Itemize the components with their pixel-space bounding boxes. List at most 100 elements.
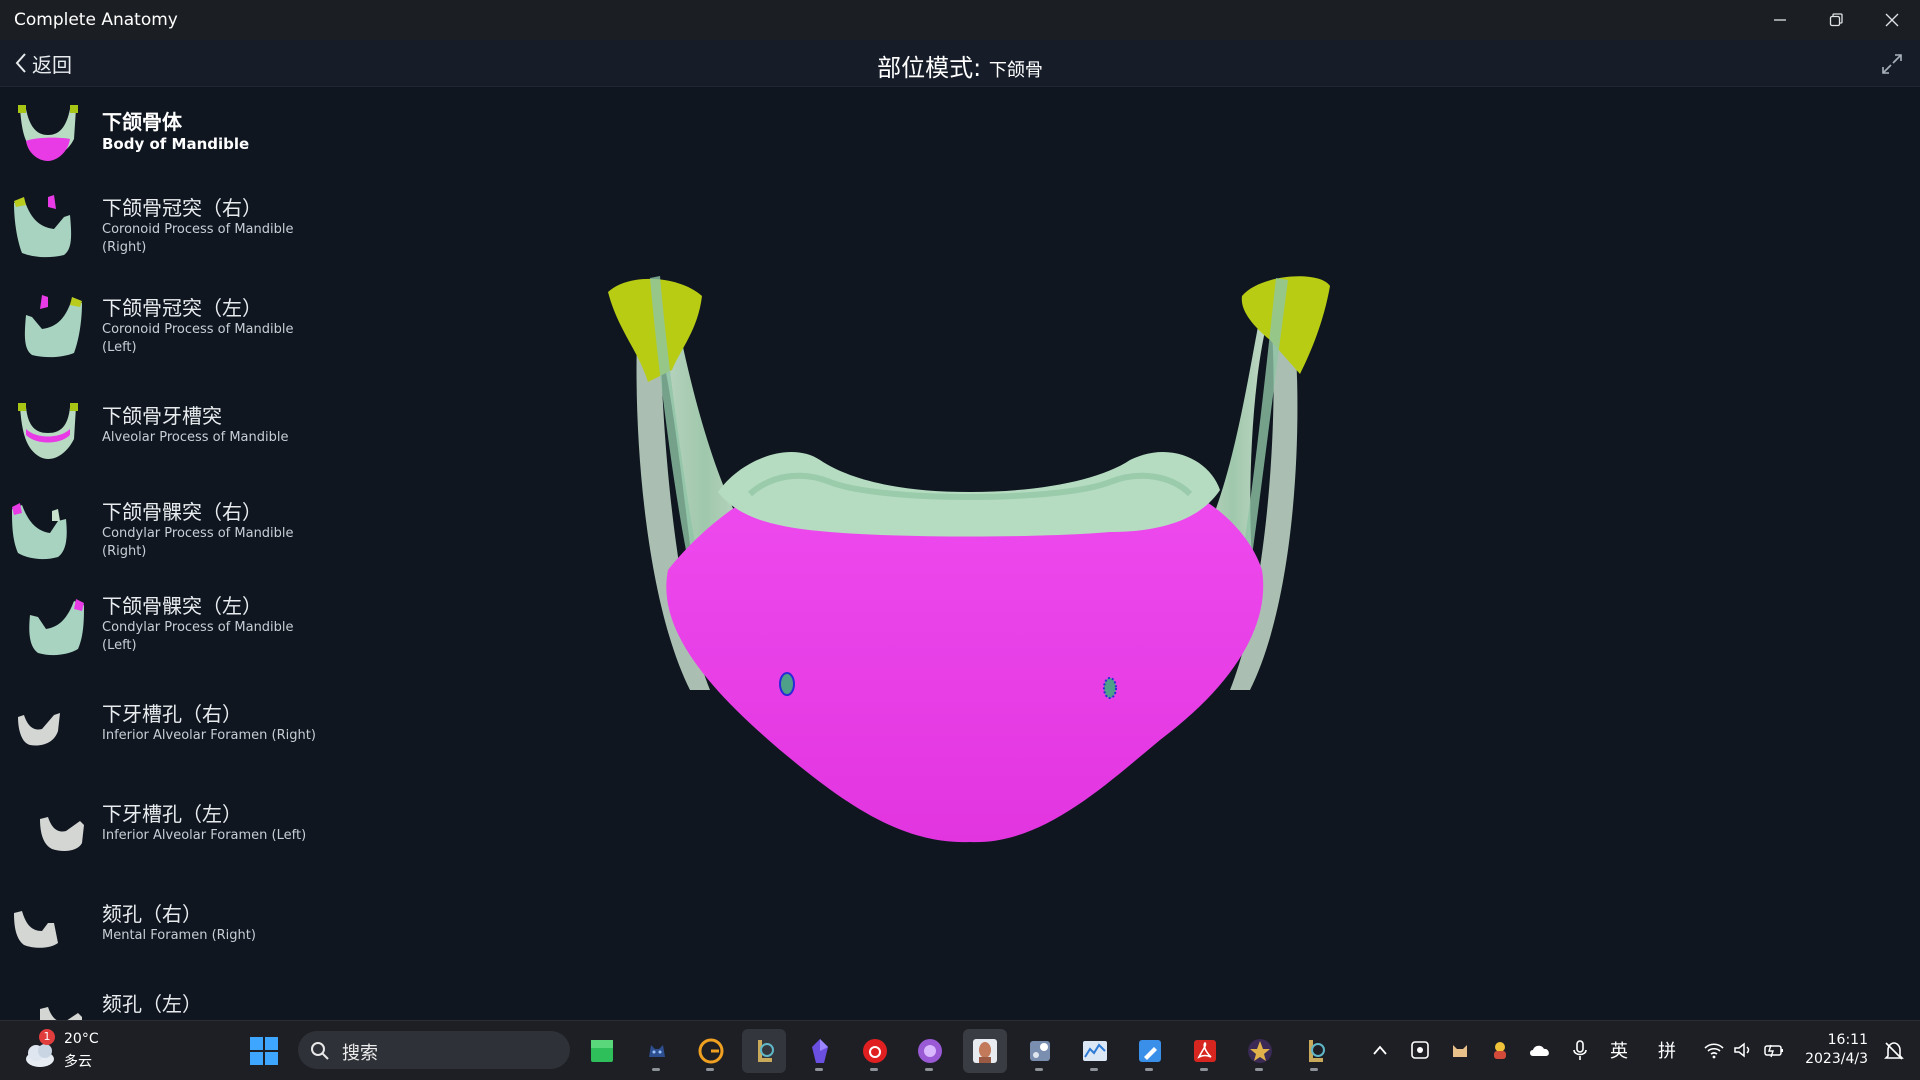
taskbar-app-league-client[interactable] [742,1029,786,1073]
app-window: Complete Anatomy 返回 部位模式: 下颌骨 下颌骨体 Body … [0,0,1920,1080]
part-name-cn: 下牙槽孔（左） [102,802,242,826]
part-name-cn: 下牙槽孔（右） [102,702,242,726]
part-name-cn: 下颌骨髁突（右） [102,500,262,524]
clock-date: 2023/4/3 [1805,1051,1868,1067]
list-item[interactable]: 下颌骨冠突（右） Coronoid Process of Mandible (R… [0,187,340,283]
steam-icon [1030,1041,1050,1061]
coronoid-right-thumbnail [14,195,72,258]
close-button[interactable] [1864,0,1920,40]
grammarly-icon [698,1038,724,1064]
search-placeholder: 搜索 [342,1043,378,1064]
part-name-en: Inferior Alveolar Foramen (Left) [102,828,307,843]
chevron-up-icon [1373,1045,1387,1055]
taskbar-app-complete-anatomy[interactable] [963,1029,1007,1073]
mental-foramen-left-thumbnail [40,1007,82,1020]
window-controls [1752,0,1920,40]
list-item[interactable]: 下颌骨牙槽突 Alveolar Process of Mandible [0,393,340,489]
weather-badge: 1 [39,1029,55,1045]
chart-app-icon [1083,1041,1107,1061]
clock-time: 16:11 [1827,1032,1868,1048]
tray-app-2[interactable] [1446,1035,1474,1065]
volume-icon [1734,1042,1750,1058]
list-item[interactable]: 下颌骨冠突（左） Coronoid Process of Mandible (L… [0,287,340,383]
notification-bell-icon[interactable] [1882,1039,1906,1063]
list-item[interactable]: 下颌骨髁突（右） Condylar Process of Mandible (R… [0,485,340,581]
part-name-en: Condylar Process of Mandible (Right) [102,526,294,559]
page-title: 部位模式: 下颌骨 [0,48,1920,83]
taskbar-app-minecraft[interactable] [580,1029,624,1073]
cloud-icon [1530,1045,1549,1056]
list-item[interactable]: 颏孔（右） Mental Foramen (Right) [0,891,340,987]
taskbar-app-game-launcher[interactable] [1238,1029,1282,1073]
body-of-mandible[interactable] [666,488,1264,843]
tray-onedrive[interactable] [1526,1035,1554,1065]
taskbar: 1 20°C 多云 搜索 英 拼 16:11 2023/4/3 [0,1020,1920,1080]
part-name-en: Coronoid Process of Mandible (Right) [102,222,294,255]
tray-microphone[interactable] [1566,1035,1594,1065]
search-icon [311,1042,329,1060]
taskbar-app-purple[interactable] [908,1029,952,1073]
mental-foramen-left[interactable] [1103,677,1117,699]
mode-value: 下颌骨 [988,60,1043,81]
tray-ime-lang[interactable]: 英 [1604,1035,1634,1065]
fullscreen-button[interactable] [1878,50,1906,78]
close-icon [1885,13,1899,27]
part-name-en: Condylar Process of Mandible (Left) [102,620,294,653]
mandible-model[interactable] [600,270,1340,860]
windows-start-icon[interactable] [248,1035,280,1067]
battery-icon [1764,1044,1783,1058]
weather-widget[interactable]: 1 20°C 多云 [22,1029,112,1073]
taskbar-app-netease-music[interactable] [853,1029,897,1073]
part-name-cn: 下颌骨冠突（左） [102,296,262,320]
league-client-icon [758,1040,774,1062]
tray-battery[interactable] [1760,1035,1788,1065]
part-name-cn: 下颌骨体 [102,110,182,134]
expand-icon [1882,54,1902,74]
list-item[interactable]: 下颌骨体 Body of Mandible [0,87,340,183]
part-name-en: Inferior Alveolar Foramen (Right) [102,728,316,743]
part-name-cn: 颏孔（右） [102,902,202,926]
weather-condition: 多云 [64,1054,92,1070]
taskbar-app-acrobat[interactable] [1183,1029,1227,1073]
taskbar-search[interactable]: 搜索 [298,1031,570,1069]
part-name-cn: 颏孔（左） [102,992,202,1016]
restore-button[interactable] [1808,0,1864,40]
taskbar-app-game[interactable] [635,1029,679,1073]
tray-app-icon [1411,1041,1429,1059]
list-item[interactable]: 颏孔（左） [0,991,340,1020]
taskbar-app-league[interactable] [1293,1029,1337,1073]
taskbar-app-crystal[interactable] [798,1029,842,1073]
list-item[interactable]: 下牙槽孔（左） Inferior Alveolar Foramen (Left) [0,791,340,887]
tray-overflow-button[interactable] [1368,1035,1392,1065]
condylar-right-thumbnail [12,503,67,560]
tray-network[interactable] [1700,1035,1728,1065]
cat-icon [1453,1045,1467,1057]
inferior-alveolar-foramen-left-thumbnail [40,817,84,851]
part-name-cn: 下颌骨冠突（右） [102,196,262,220]
weather-temp: 20°C [64,1031,99,1047]
tray-app-3[interactable] [1486,1035,1514,1065]
tray-volume[interactable] [1730,1035,1758,1065]
league-icon [1309,1040,1325,1062]
mental-foramen-right-thumbnail [14,911,58,948]
complete-anatomy-icon [973,1039,997,1063]
microphone-icon [1573,1040,1587,1060]
taskbar-app-steam[interactable] [1018,1029,1062,1073]
part-name-en: Body of Mandible [102,135,250,153]
title-bar: Complete Anatomy [0,0,1920,40]
tray-ime-mode[interactable]: 拼 [1652,1035,1682,1065]
mental-foramen-right[interactable] [779,672,795,696]
list-item[interactable]: 下颌骨髁突（左） Condylar Process of Mandible (L… [0,585,340,681]
taskbar-app-editor[interactable] [1128,1029,1172,1073]
taskbar-clock[interactable]: 16:11 2023/4/3 [1805,1031,1868,1069]
part-name-cn: 下颌骨牙槽突 [102,404,222,428]
tray-app-1[interactable] [1406,1035,1434,1065]
list-item[interactable]: 下牙槽孔（右） Inferior Alveolar Foramen (Right… [0,691,340,787]
taskbar-app-chart[interactable] [1073,1029,1117,1073]
wifi-icon [1704,1043,1724,1059]
game-icon [649,1045,665,1057]
crystal-icon [812,1039,828,1063]
minecraft-icon [591,1040,613,1062]
taskbar-app-grammarly[interactable] [689,1029,733,1073]
minimize-button[interactable] [1752,0,1808,40]
